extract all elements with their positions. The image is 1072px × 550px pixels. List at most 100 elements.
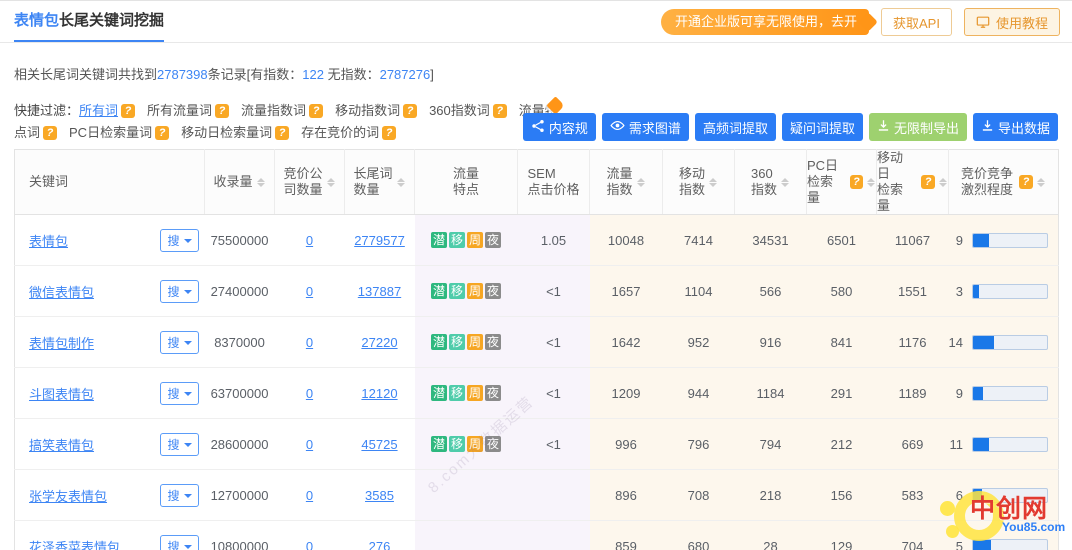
competition-value: 9	[956, 386, 963, 401]
filter-link-7[interactable]: 移动日检索量词	[181, 125, 272, 140]
traffic-index-cell: 896	[590, 470, 663, 521]
longtail-count-link[interactable]: 45725	[361, 437, 397, 452]
help-icon[interactable]: ?	[43, 126, 57, 140]
keywords-table: 关键词收录量竞价公司数量长尾词数量流量特点SEM点击价格流量指数移动指数360指…	[14, 149, 1058, 550]
filter-link-6[interactable]: PC日检索量词	[69, 125, 152, 140]
longtail-count-link[interactable]: 137887	[358, 284, 401, 299]
bid-companies-link[interactable]: 0	[306, 335, 313, 350]
competition-inner: 6	[949, 488, 1059, 503]
filter-link-0[interactable]: 所有词	[79, 103, 118, 118]
help-icon[interactable]: ?	[921, 175, 935, 189]
longtail-count-link[interactable]: 3585	[365, 488, 394, 503]
sort-arrows-icon[interactable]	[327, 174, 336, 191]
column-label-line: 360	[751, 166, 777, 182]
help-icon[interactable]: ?	[121, 104, 135, 118]
help-icon[interactable]: ?	[155, 126, 169, 140]
search-dropdown-button[interactable]: 搜	[160, 382, 198, 405]
keyword-link[interactable]: 斗图表情包	[29, 387, 94, 402]
help-icon[interactable]: ?	[275, 126, 289, 140]
longtail-count-link[interactable]: 2779577	[354, 233, 405, 248]
keyword-link[interactable]: 花泽香菜表情包	[29, 540, 120, 550]
action-button-3[interactable]: 疑问词提取	[782, 113, 863, 141]
help-icon[interactable]: ?	[382, 126, 396, 140]
sort-arrows-icon[interactable]	[867, 174, 876, 191]
tutorial-button[interactable]: 使用教程	[964, 8, 1060, 36]
included-count: 75500000	[211, 233, 269, 248]
bid-companies-link[interactable]: 0	[306, 488, 313, 503]
longtail-count-link[interactable]: 276	[369, 539, 391, 550]
sort-arrows-icon[interactable]	[781, 174, 790, 191]
tab-keyword-mining[interactable]: 表情包长尾关键词挖掘	[14, 1, 164, 42]
keyword-link[interactable]: 微信表情包	[29, 285, 94, 300]
help-icon[interactable]: ?	[493, 104, 507, 118]
keyword-link[interactable]: 表情包制作	[29, 336, 94, 351]
help-icon[interactable]: ?	[403, 104, 417, 118]
longtail-count-cell: 3585	[345, 470, 415, 521]
action-button-1[interactable]: 需求图谱	[602, 113, 689, 141]
sort-arrows-icon[interactable]	[709, 174, 718, 191]
longtail-count-link[interactable]: 12120	[361, 386, 397, 401]
help-icon[interactable]: ?	[1019, 175, 1033, 189]
upgrade-promo-button[interactable]: 开通企业版可享无限使用，去开	[661, 9, 869, 35]
filter-link-2[interactable]: 流量指数词	[241, 103, 306, 118]
stats-text: 相关长尾词关键词共找到	[14, 67, 157, 82]
bid-companies-link[interactable]: 0	[306, 437, 313, 452]
competition-bar	[972, 488, 1048, 503]
sort-arrows-icon[interactable]	[397, 174, 406, 191]
column-header-10[interactable]: 移动日检索量?	[877, 150, 949, 215]
bid-companies-link[interactable]: 0	[306, 539, 313, 550]
help-icon[interactable]: ?	[850, 175, 863, 189]
bid-companies-link[interactable]: 0	[306, 386, 313, 401]
traffic-index: 1642	[612, 335, 641, 350]
get-api-button[interactable]: 获取API	[881, 8, 952, 36]
pc-daily-search: 156	[831, 488, 853, 503]
pc-daily-search: 129	[831, 539, 853, 550]
column-label: 关键词	[29, 174, 68, 190]
column-header-7[interactable]: 移动指数	[663, 150, 735, 215]
column-header-8[interactable]: 360指数	[735, 150, 807, 215]
filter-link-1[interactable]: 所有流量词	[147, 103, 212, 118]
filter-link-4[interactable]: 360指数词	[429, 103, 490, 118]
column-header-1[interactable]: 收录量	[205, 150, 275, 215]
keyword-link[interactable]: 张学友表情包	[29, 489, 107, 504]
sort-arrows-icon[interactable]	[257, 174, 266, 191]
bid-companies-link[interactable]: 0	[306, 284, 313, 299]
action-button-4[interactable]: 无限制导出	[869, 113, 967, 141]
action-button-0[interactable]: 内容规	[523, 113, 596, 141]
included-count: 10800000	[211, 539, 269, 550]
sort-arrows-icon[interactable]	[1037, 174, 1046, 191]
longtail-count-link[interactable]: 27220	[361, 335, 397, 350]
sort-arrows-icon[interactable]	[637, 174, 646, 191]
competition-value: 11	[950, 437, 964, 452]
traffic-index-cell: 10048	[590, 215, 663, 266]
search-dropdown-button[interactable]: 搜	[160, 229, 198, 252]
help-icon[interactable]: ?	[215, 104, 229, 118]
filter-link-3[interactable]: 移动指数词	[335, 103, 400, 118]
trait-badge: 周	[467, 385, 483, 401]
bid-companies-link[interactable]: 0	[306, 233, 313, 248]
action-button-5[interactable]: 导出数据	[973, 113, 1058, 141]
column-header-11[interactable]: 竞价竞争激烈程度?	[949, 150, 1059, 215]
search-dropdown-button[interactable]: 搜	[160, 331, 198, 354]
sem-price-cell: <1	[518, 368, 590, 419]
help-icon[interactable]: ?	[309, 104, 323, 118]
sort-arrows-icon[interactable]	[939, 174, 948, 191]
keyword-link[interactable]: 搞笑表情包	[29, 438, 94, 453]
column-header-2[interactable]: 竞价公司数量	[275, 150, 345, 215]
search-dropdown-button[interactable]: 搜	[160, 484, 198, 507]
column-header-6[interactable]: 流量指数	[590, 150, 663, 215]
search-dropdown-button[interactable]: 搜	[160, 433, 198, 456]
column-header-3[interactable]: 长尾词数量	[345, 150, 415, 215]
column-label: 移动指数	[679, 166, 705, 198]
column-label-line: 数量	[353, 182, 392, 198]
keyword-link[interactable]: 表情包	[29, 234, 68, 249]
sem-price: <1	[546, 284, 561, 299]
column-header-9[interactable]: PC日检索量?	[807, 150, 877, 215]
search-dropdown-button[interactable]: 搜	[160, 280, 198, 303]
filter-link-8[interactable]: 存在竞价的词	[301, 125, 379, 140]
search-dropdown-button[interactable]: 搜	[160, 535, 198, 550]
chevron-down-icon	[184, 239, 192, 247]
keyword-cell: 表情包制作 搜	[15, 317, 205, 368]
column-label-line: 收录量	[213, 174, 252, 190]
action-button-2[interactable]: 高频词提取	[695, 113, 776, 141]
